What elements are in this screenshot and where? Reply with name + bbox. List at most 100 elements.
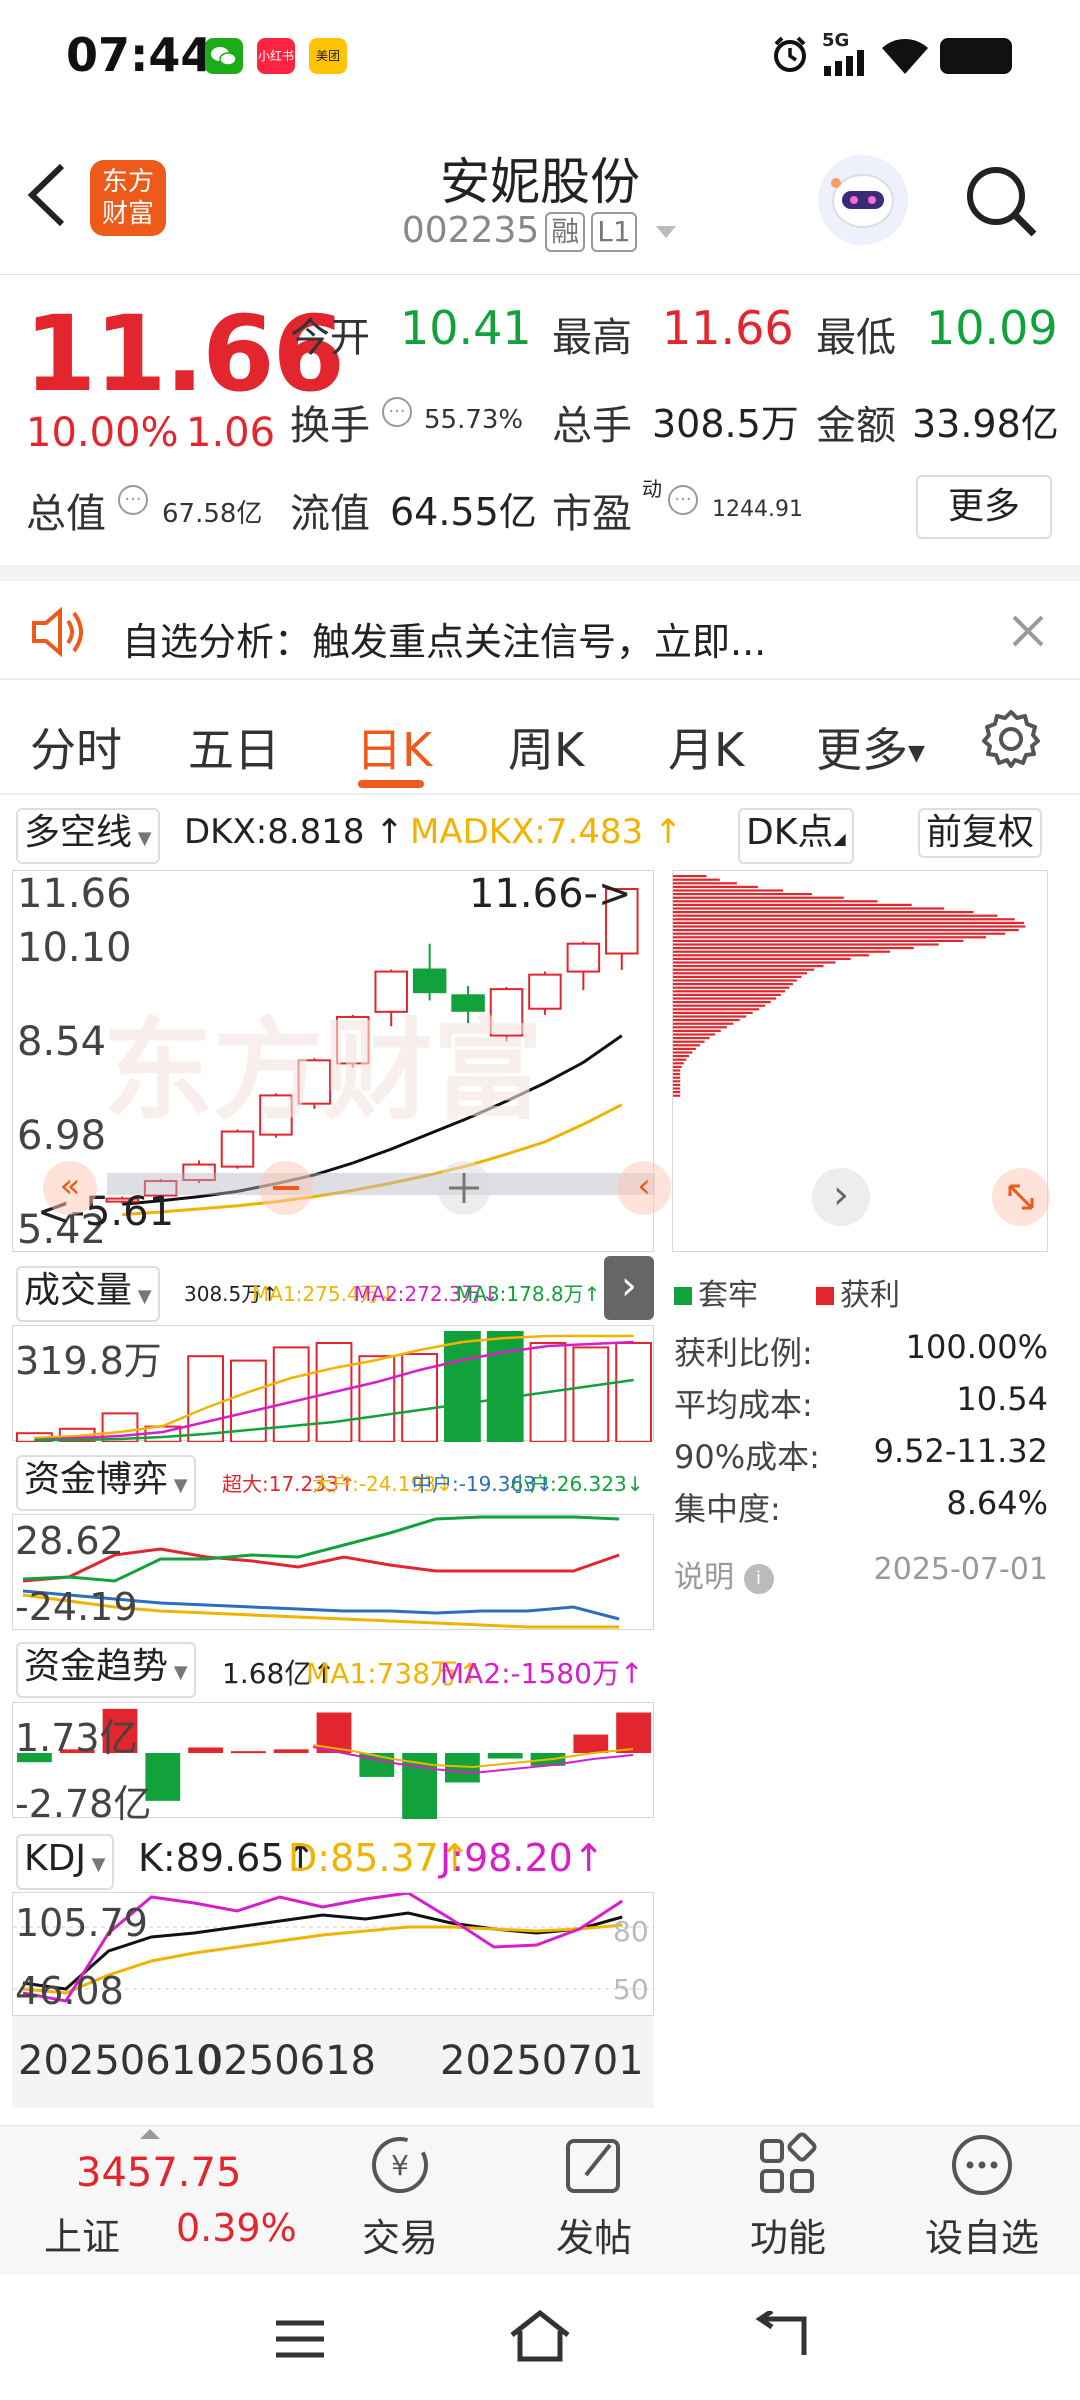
- zoom-out-icon[interactable]: [259, 1161, 313, 1215]
- pe-value: 1244.91: [712, 497, 803, 522]
- chip-legend-trapped: 套牢: [674, 1270, 758, 1314]
- kline-panel[interactable]: 东方财富 11.66 10.10 8.54 6.98 5.42 11.66-> …: [12, 870, 671, 1253]
- tab-more-label: 更多: [816, 723, 908, 777]
- chip-bar: [673, 936, 987, 939]
- vol-text: 308.5万: [184, 1282, 262, 1306]
- index-value[interactable]: 3457.75: [76, 2150, 241, 2196]
- chip-bar: [673, 875, 707, 878]
- chip-bar: [673, 1083, 681, 1086]
- turnover-info-icon[interactable]: ···: [382, 397, 412, 427]
- mktcap-value: 67.58亿: [162, 499, 263, 529]
- chip-bar: [673, 1094, 681, 1097]
- fund-game-label: 资金博弈: [24, 1459, 169, 1500]
- volume-select[interactable]: 成交量 ▼: [16, 1266, 160, 1322]
- tab-five-day[interactable]: 五日: [188, 714, 280, 780]
- settings-icon[interactable]: [980, 708, 1042, 774]
- kdj-y-bottom: 46.08: [15, 1969, 124, 2013]
- chip-bar: [673, 990, 786, 993]
- chip-bar: [673, 1037, 710, 1040]
- float-value: 64.55亿: [390, 490, 537, 534]
- pe-info-icon[interactable]: ···: [668, 485, 698, 515]
- amount-label: 金额: [816, 403, 896, 449]
- tab-daily-k[interactable]: 日K: [356, 714, 432, 780]
- zoom-in-icon[interactable]: [437, 1161, 491, 1215]
- chip-bar: [673, 1051, 693, 1054]
- chip-bar: [673, 961, 836, 964]
- mktcap-info-icon[interactable]: ···: [118, 485, 148, 515]
- kdj-select[interactable]: KDJ ▼: [16, 1834, 114, 1890]
- fund-game-select[interactable]: 资金博弈 ▼: [16, 1455, 196, 1511]
- robot-avatar[interactable]: [818, 155, 908, 245]
- fund-trend-ma2: MA2:-1580万↑: [440, 1657, 644, 1690]
- close-icon[interactable]: [1010, 613, 1046, 653]
- index-pct[interactable]: 0.39%: [176, 2206, 297, 2250]
- scroll-left-icon[interactable]: ‹: [617, 1161, 671, 1215]
- chip-bar: [673, 1015, 747, 1018]
- chip-bar: [673, 943, 939, 946]
- indicator-select-label: 多空线: [24, 812, 133, 853]
- chip-bar: [673, 1062, 684, 1065]
- kdj-select-label: KDJ: [24, 1838, 86, 1879]
- note-label: 说明: [674, 1560, 734, 1595]
- chip-bar: [673, 1004, 766, 1007]
- back-nav-icon[interactable]: [752, 2308, 812, 2365]
- kdj-k-text: K:89.65: [138, 1836, 285, 1880]
- chip-bar: [673, 965, 824, 968]
- chip-bar: [673, 1065, 682, 1068]
- chip-row-concentration: 集中度: 8.64%: [674, 1484, 1048, 1530]
- search-icon[interactable]: [962, 162, 1042, 246]
- chip-row-90-cost: 90%成本: 9.52-11.32: [674, 1432, 1048, 1478]
- chip-note[interactable]: 说明 i 2025-07-01: [674, 1552, 1048, 1596]
- ft-y-bottom: -2.78亿: [15, 1782, 152, 1826]
- volume-panel: 319.8万: [12, 1325, 654, 1442]
- chip-bar: [673, 1011, 753, 1014]
- stock-code-row[interactable]: 002235 融 L1: [0, 210, 1080, 252]
- header: 东方财富 安妮股份 002235 融 L1: [0, 110, 1080, 275]
- chip-bar: [673, 893, 812, 896]
- menu-icon[interactable]: [272, 2317, 328, 2365]
- y-label-4: 6.98: [17, 1113, 107, 1159]
- alert-bar[interactable]: 自选分析：触发重点关注信号，立即...: [0, 565, 1080, 680]
- index-name[interactable]: 上证: [44, 2206, 120, 2261]
- note-date: 2025-07-01: [873, 1552, 1048, 1587]
- chip-bar: [673, 900, 878, 903]
- tab-more[interactable]: 更多▼: [816, 714, 925, 780]
- dropdown-icon: [656, 226, 677, 238]
- collapse-panel-icon[interactable]: ›: [604, 1256, 654, 1320]
- dk-point-button[interactable]: DK点◢: [738, 808, 854, 864]
- fund-game-panel: 28.62 -24.19: [12, 1514, 654, 1630]
- wechat-icon: [205, 38, 243, 74]
- fund-trend-val-text: 1.68亿: [222, 1657, 313, 1690]
- indicator-select[interactable]: 多空线 ▼: [16, 808, 160, 864]
- chip-bar: [673, 1033, 715, 1036]
- low-value: 10.09: [926, 301, 1058, 355]
- chip-bar: [673, 1047, 696, 1050]
- chip-row-avg-cost: 平均成本: 10.54: [674, 1380, 1048, 1426]
- adjust-button[interactable]: 前复权: [918, 808, 1043, 858]
- tab-weekly-k[interactable]: 周K: [508, 714, 584, 780]
- concentration-value: 8.64%: [946, 1484, 1048, 1522]
- fund-trend-select[interactable]: 资金趋势 ▼: [16, 1642, 196, 1698]
- y-label-2: 10.10: [17, 925, 132, 971]
- tab-monthly-k[interactable]: 月K: [668, 714, 744, 780]
- nav-add-watch[interactable]: 设自选: [902, 2131, 1062, 2262]
- meituan-icon: 美团: [309, 38, 347, 74]
- chip-bar: [673, 957, 851, 960]
- tab-intraday[interactable]: 分时: [30, 714, 122, 780]
- chip-bar: [673, 878, 720, 881]
- expand-icon[interactable]: [992, 1168, 1050, 1226]
- chip-bar: [673, 1055, 690, 1058]
- fast-back-icon[interactable]: «: [43, 1161, 97, 1215]
- nav-function[interactable]: 功能: [708, 2131, 868, 2262]
- more-button[interactable]: 更多: [916, 475, 1052, 539]
- alert-text: 自选分析：触发重点关注信号，立即...: [122, 620, 767, 664]
- home-icon[interactable]: [506, 2309, 574, 2367]
- range-slider[interactable]: [107, 1173, 655, 1195]
- nav-post[interactable]: 发帖: [514, 2131, 674, 2262]
- date-end: 20250701: [440, 2038, 644, 2084]
- chip-bar: [673, 939, 964, 942]
- fund-trend-bar: [273, 1749, 309, 1753]
- scroll-right-icon[interactable]: ›: [812, 1168, 870, 1226]
- nav-trade[interactable]: ¥ 交易: [320, 2131, 480, 2262]
- kdj-y-top: 105.79: [15, 1901, 148, 1945]
